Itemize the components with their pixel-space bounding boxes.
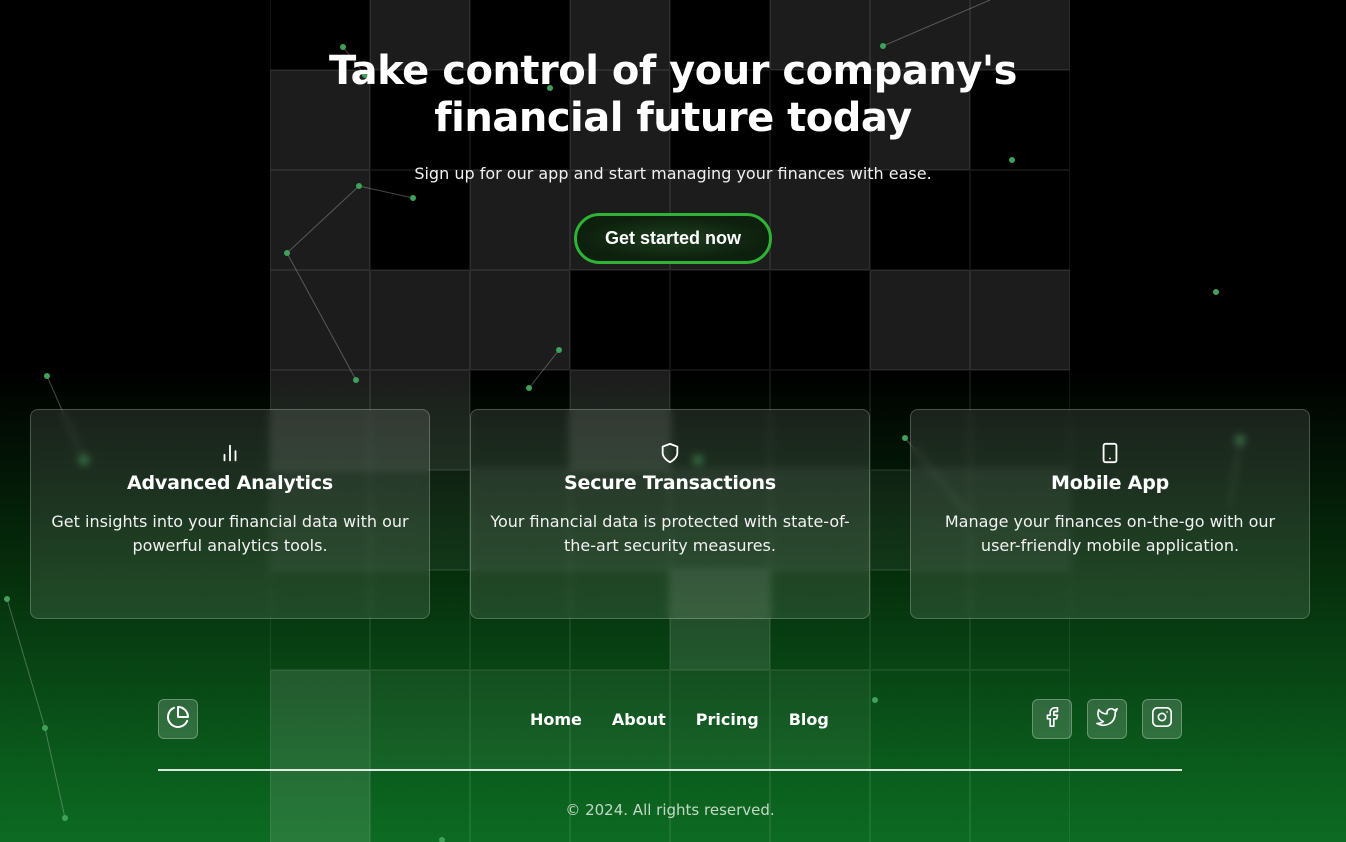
nav-link-home[interactable]: Home: [530, 710, 582, 729]
grid-cell: [570, 270, 670, 370]
grid-cell: [370, 670, 470, 770]
footer-divider: [158, 769, 1182, 771]
instagram-icon: [1151, 706, 1173, 732]
get-started-button[interactable]: Get started now: [573, 213, 773, 264]
facebook-button[interactable]: [1032, 699, 1072, 739]
grid-cell: [270, 670, 370, 770]
logo[interactable]: [158, 699, 198, 739]
facebook-icon: [1041, 706, 1063, 732]
nav-link-pricing[interactable]: Pricing: [696, 710, 759, 729]
features-section: Advanced Analytics Get insights into you…: [30, 409, 1310, 619]
smartphone-icon: [911, 442, 1309, 464]
feature-text: Manage your finances on-the-go with our …: [944, 512, 1276, 555]
grid-cell: [370, 270, 470, 370]
footer-nav: Home About Pricing Blog: [530, 710, 829, 729]
shield-icon: [471, 442, 869, 464]
social-links: [1032, 699, 1182, 739]
nav-link-about[interactable]: About: [612, 710, 666, 729]
hero-section: Take control of your company's financial…: [0, 48, 1346, 264]
grid-cell: [870, 670, 970, 770]
grid-cell: [970, 270, 1070, 370]
feature-card-mobile: Mobile App Manage your finances on-the-g…: [910, 409, 1310, 619]
instagram-button[interactable]: [1142, 699, 1182, 739]
hero-subtitle: Sign up for our app and start managing y…: [414, 164, 932, 183]
hero-title: Take control of your company's financial…: [329, 48, 1017, 141]
feature-text: Your financial data is protected with st…: [490, 512, 850, 555]
grid-cell: [670, 270, 770, 370]
grid-cell: [770, 270, 870, 370]
feature-title: Mobile App: [1051, 472, 1169, 494]
feature-card-analytics: Advanced Analytics Get insights into you…: [30, 409, 430, 619]
grid-cell: [470, 270, 570, 370]
grid-cell: [270, 270, 370, 370]
twitter-icon: [1096, 706, 1118, 732]
grid-cell: [870, 270, 970, 370]
pie-chart-icon: [166, 705, 190, 733]
feature-card-security: Secure Transactions Your financial data …: [470, 409, 870, 619]
feature-title: Secure Transactions: [564, 472, 776, 494]
bar-chart-icon: [31, 442, 429, 464]
twitter-button[interactable]: [1087, 699, 1127, 739]
nav-link-blog[interactable]: Blog: [789, 710, 829, 729]
copyright-text: © 2024. All rights reserved.: [565, 801, 775, 819]
feature-text: Get insights into your financial data wi…: [51, 512, 409, 555]
feature-title: Advanced Analytics: [127, 472, 333, 494]
